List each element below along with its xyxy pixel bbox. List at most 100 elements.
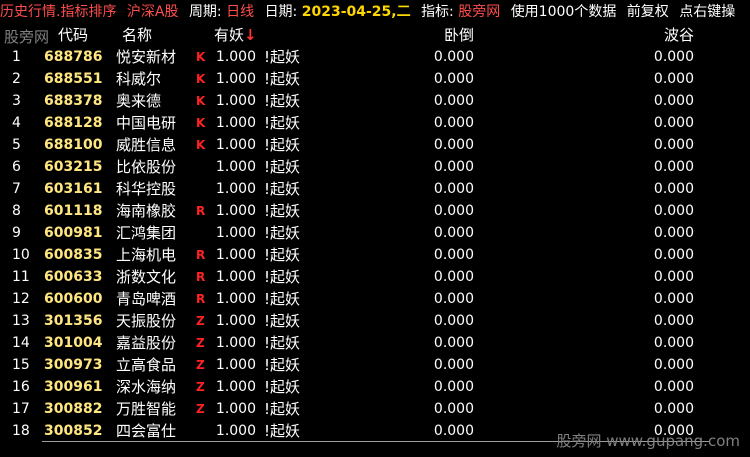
table-row[interactable]: 17 300882 万胜智能 Z 1.000 !起妖 0.000 0.000 (0, 398, 750, 420)
bogu-value: 0.000 (653, 93, 694, 109)
header-code[interactable]: 代码 (58, 24, 88, 46)
youyao-value: 1.000 (215, 335, 256, 351)
stock-flag-badge: Z (196, 402, 205, 416)
row-index: 5 (12, 137, 21, 153)
header-wodao[interactable]: 卧倒 (444, 24, 474, 46)
qiyao-tag: !起妖 (264, 422, 301, 440)
table-row[interactable]: 13 301356 天振股份 Z 1.000 !起妖 0.000 0.000 (0, 310, 750, 332)
stock-name: 浙数文化 (116, 268, 177, 286)
right-click-tip: 点右键操 (679, 4, 736, 20)
wodao-value: 0.000 (433, 357, 474, 373)
header-name[interactable]: 名称 (122, 24, 152, 46)
stock-code: 601118 (44, 203, 103, 219)
table-row[interactable]: 1 688786 悦安新材 K 1.000 !起妖 0.000 0.000 (0, 46, 750, 68)
market-selector[interactable]: 沪深A股 (127, 0, 179, 24)
qiyao-tag: !起妖 (264, 180, 301, 198)
stock-name: 深水海纳 (116, 378, 177, 396)
bogu-value: 0.000 (653, 379, 694, 395)
table-row[interactable]: 14 301004 嘉益股份 Z 1.000 !起妖 0.000 0.000 (0, 332, 750, 354)
indicator-value[interactable]: 股旁网 (458, 0, 500, 24)
youyao-value: 1.000 (215, 93, 256, 109)
stock-flag-badge: K (196, 72, 206, 86)
stock-flag-badge: Z (196, 380, 205, 394)
row-index: 9 (12, 225, 21, 241)
date-value[interactable]: 2023-04-25,二 (302, 0, 411, 24)
header-youyao[interactable]: 有妖↓ (214, 24, 257, 46)
qiyao-tag: !起妖 (264, 70, 301, 88)
table-row[interactable]: 4 688128 中国电研 K 1.000 !起妖 0.000 0.000 (0, 112, 750, 134)
row-index: 1 (12, 49, 21, 65)
youyao-value: 1.000 (215, 203, 256, 219)
stock-flag-badge: Z (196, 358, 205, 372)
header-youyao-label: 有妖 (214, 26, 245, 44)
indicator-label: 指标: (421, 4, 454, 20)
table-row[interactable]: 10 600835 上海机电 R 1.000 !起妖 0.000 0.000 (0, 244, 750, 266)
wodao-value: 0.000 (433, 181, 474, 197)
row-index: 8 (12, 203, 21, 219)
wodao-value: 0.000 (433, 137, 474, 153)
youyao-value: 1.000 (215, 71, 256, 87)
qiyao-tag: !起妖 (264, 48, 301, 66)
stock-flag-badge: R (196, 292, 206, 306)
table-header: 代码 名称 有妖↓ 卧倒 波谷 (0, 24, 750, 46)
bogu-value: 0.000 (653, 335, 694, 351)
qiyao-tag: !起妖 (264, 290, 301, 308)
stock-code: 688551 (44, 71, 103, 87)
table-row[interactable]: 15 300973 立高食品 Z 1.000 !起妖 0.000 0.000 (0, 354, 750, 376)
table-row[interactable]: 3 688378 奥来德 K 1.000 !起妖 0.000 0.000 (0, 90, 750, 112)
title-bar: 历史行情.指标排序 沪深A股 周期: 日线 日期: 2023-04-25,二 指… (0, 0, 750, 24)
stock-name: 奥来德 (116, 92, 162, 110)
stock-name: 上海机电 (116, 246, 177, 264)
adjust-mode[interactable]: 前复权 (627, 0, 669, 24)
bogu-value: 0.000 (653, 291, 694, 307)
bogu-value: 0.000 (653, 49, 694, 65)
table-row[interactable]: 8 601118 海南橡胶 R 1.000 !起妖 0.000 0.000 (0, 200, 750, 222)
wodao-value: 0.000 (433, 93, 474, 109)
table-row[interactable]: 11 600633 浙数文化 R 1.000 !起妖 0.000 0.000 (0, 266, 750, 288)
watermark-url: 股旁网 www.gupang.com (556, 432, 740, 450)
wodao-value: 0.000 (433, 49, 474, 65)
stock-code: 600981 (44, 225, 103, 241)
stock-code: 603161 (44, 181, 103, 197)
wodao-value: 0.000 (433, 115, 474, 131)
youyao-value: 1.000 (215, 357, 256, 373)
row-index: 18 (12, 423, 30, 439)
header-bogu[interactable]: 波谷 (664, 24, 694, 46)
table-row[interactable]: 9 600981 汇鸿集团 1.000 !起妖 0.000 0.000 (0, 222, 750, 244)
youyao-value: 1.000 (215, 181, 256, 197)
bogu-value: 0.000 (653, 313, 694, 329)
stock-flag-badge: K (196, 116, 206, 130)
qiyao-tag: !起妖 (264, 202, 301, 220)
table-row[interactable]: 6 603215 比依股份 1.000 !起妖 0.000 0.000 (0, 156, 750, 178)
stock-code: 600633 (44, 269, 103, 285)
qiyao-tag: !起妖 (264, 378, 301, 396)
stock-code: 688128 (44, 115, 103, 131)
period-value[interactable]: 日线 (226, 0, 254, 24)
stock-name: 科威尔 (116, 70, 162, 88)
wodao-value: 0.000 (433, 71, 474, 87)
youyao-value: 1.000 (215, 291, 256, 307)
bogu-value: 0.000 (653, 225, 694, 241)
table-row[interactable]: 2 688551 科威尔 K 1.000 !起妖 0.000 0.000 (0, 68, 750, 90)
table-row[interactable]: 7 603161 科华控股 1.000 !起妖 0.000 0.000 (0, 178, 750, 200)
row-index: 2 (12, 71, 21, 87)
stock-name: 青岛啤酒 (116, 290, 177, 308)
stock-flag-badge: K (196, 50, 206, 64)
date-label: 日期: (264, 4, 298, 20)
qiyao-tag: !起妖 (264, 136, 301, 154)
qiyao-tag: !起妖 (264, 158, 301, 176)
table-row[interactable]: 16 300961 深水海纳 Z 1.000 !起妖 0.000 0.000 (0, 376, 750, 398)
youyao-value: 1.000 (215, 423, 256, 439)
wodao-value: 0.000 (433, 159, 474, 175)
row-index: 11 (12, 269, 30, 285)
bogu-value: 0.000 (653, 401, 694, 417)
stock-name: 科华控股 (116, 180, 177, 198)
stock-flag-badge: K (196, 94, 206, 108)
stock-name: 汇鸿集团 (116, 224, 177, 242)
wodao-value: 0.000 (433, 313, 474, 329)
stock-flag-badge: Z (196, 314, 205, 328)
row-index: 12 (12, 291, 30, 307)
table-row[interactable]: 12 600600 青岛啤酒 R 1.000 !起妖 0.000 0.000 (0, 288, 750, 310)
data-count: 使用1000个数据 (510, 4, 617, 20)
table-row[interactable]: 5 688100 威胜信息 K 1.000 !起妖 0.000 0.000 (0, 134, 750, 156)
